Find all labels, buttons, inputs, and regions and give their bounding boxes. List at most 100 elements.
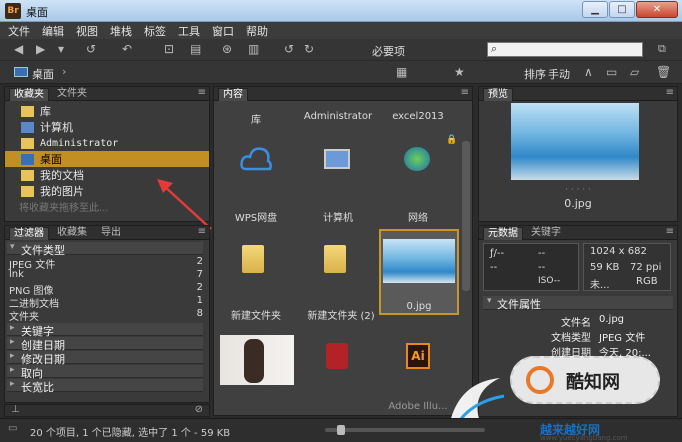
search-input[interactable]: ⌕ [487, 42, 643, 57]
slider-handle[interactable] [337, 425, 345, 435]
chevron-right-icon[interactable]: › [62, 65, 66, 78]
tab-folders[interactable]: 文件夹 [53, 88, 91, 101]
close-button[interactable]: ✕ [636, 1, 678, 18]
filter-group-aspect[interactable]: 长宽比 [7, 379, 203, 394]
camera-icon[interactable]: ⊡ [164, 42, 174, 56]
item-label-new-folder[interactable]: 新建文件夹 [216, 307, 296, 322]
folder-icon[interactable] [242, 245, 264, 273]
tab-keywords[interactable]: 关键字 [527, 227, 565, 240]
menu-help[interactable]: 帮助 [246, 23, 268, 39]
open-recent-icon[interactable]: ▭ [606, 65, 617, 79]
menu-window[interactable]: 窗口 [212, 23, 234, 39]
menu-label[interactable]: 标签 [144, 23, 166, 39]
output-icon[interactable]: ▥ [248, 42, 259, 56]
tab-filter[interactable]: 过滤器 [9, 227, 49, 240]
network-icon[interactable] [404, 147, 430, 171]
panel-menu-icon[interactable]: ≡ [198, 87, 206, 98]
minimize-button[interactable]: ▁ [582, 1, 608, 18]
thumbnail-quality-icon[interactable]: ▦ [396, 65, 407, 79]
filter-group-orientation[interactable]: 取向 [7, 365, 203, 380]
filter-row[interactable]: lnk 7 [9, 269, 203, 282]
tab-preview[interactable]: 预览 [483, 88, 513, 101]
rotate-right-icon[interactable]: ↻ [304, 42, 314, 56]
item-label-wps[interactable]: WPS网盘 [216, 209, 296, 224]
sort-ascending-icon[interactable]: ∧ [584, 65, 593, 79]
filter-row[interactable]: PNG 图像 2 [9, 282, 203, 297]
wps-cloud-icon[interactable] [240, 145, 272, 175]
filter-group-file-type[interactable]: 文件类型 [7, 242, 203, 257]
photo-thumbnail[interactable] [220, 335, 294, 385]
section-file-properties[interactable]: ▾ 文件属性 [483, 296, 673, 311]
menu-stack[interactable]: 堆栈 [110, 23, 132, 39]
menu-tools[interactable]: 工具 [178, 23, 200, 39]
dropdown-icon[interactable]: ▾ [58, 42, 64, 56]
tab-collections[interactable]: 收藏集 [53, 227, 91, 240]
sort-dropdown[interactable]: 手动 [548, 66, 570, 82]
item-label-library[interactable]: 库 [216, 111, 296, 126]
filesize-value: 59 KB [590, 262, 620, 273]
panel-menu-icon[interactable]: ≡ [666, 226, 674, 237]
item-label-excel2013[interactable]: excel2013 [378, 111, 458, 122]
documents-icon [21, 169, 34, 181]
meta-row-filename: 文件名 0.jpg [561, 314, 625, 329]
pin-icon[interactable]: ⊥ [11, 404, 20, 415]
tab-export[interactable]: 导出 [97, 227, 125, 240]
back-arrow-icon[interactable]: ◀ [14, 42, 23, 56]
menu-view[interactable]: 视图 [76, 23, 98, 39]
content-scrollbar[interactable] [462, 141, 470, 291]
tab-metadata[interactable]: 元数据 [483, 227, 523, 240]
rotate-left-icon[interactable]: ↺ [284, 42, 294, 56]
compact-mode-icon[interactable]: ⧉ [658, 42, 666, 56]
breadcrumb-desktop[interactable]: 桌面 [32, 66, 54, 82]
filter-group-modified[interactable]: 修改日期 [7, 351, 203, 366]
panel-menu-icon[interactable]: ≡ [198, 226, 206, 237]
panel-menu-icon[interactable]: ≡ [461, 87, 469, 98]
access-app-icon[interactable] [326, 343, 348, 369]
fav-item-library[interactable]: 库 [5, 103, 209, 119]
camera-value: -- [538, 262, 546, 273]
photo-thumbnail [383, 239, 455, 283]
title-bar: Br 桌面 ▁ □ ✕ [0, 0, 682, 22]
forward-arrow-icon[interactable]: ▶ [36, 42, 45, 56]
fav-item-computer[interactable]: 计算机 [5, 119, 209, 135]
shutter-value: -- [538, 248, 546, 259]
preview-panel: 预览 ≡ · · · · · 0.jpg [478, 86, 678, 222]
panel-menu-icon[interactable]: ≡ [666, 87, 674, 98]
selected-thumbnail[interactable]: 0.jpg [379, 229, 459, 315]
thumbnail-size-slider[interactable] [325, 425, 485, 435]
filter-row[interactable]: 二进制文档 1 [9, 295, 203, 310]
computer-icon[interactable] [324, 149, 350, 169]
maximize-button[interactable]: □ [609, 1, 635, 18]
folder-icon[interactable] [324, 245, 346, 273]
camera-data-box: ƒ/-- -- -- -- ISO-- [483, 243, 579, 291]
item-label-computer[interactable]: 计算机 [298, 209, 378, 224]
star-filter-icon[interactable]: ★ [454, 65, 465, 79]
fav-item-administrator[interactable]: Administrator [5, 135, 209, 151]
filter-row[interactable]: 文件夹 8 [9, 308, 203, 323]
item-label-new-folder-2[interactable]: 新建文件夹 (2) [298, 307, 384, 322]
menu-edit[interactable]: 编辑 [42, 23, 64, 39]
refine-icon[interactable]: ▤ [190, 42, 201, 56]
item-label-administrator[interactable]: Administrator [298, 111, 378, 122]
filter-group-created[interactable]: 创建日期 [7, 337, 203, 352]
boomerang-icon[interactable]: ↺ [86, 42, 96, 56]
rotate-icon[interactable]: ↶ [122, 42, 132, 56]
item-label-network[interactable]: 网络 [378, 209, 458, 224]
clear-filter-icon[interactable]: ⊘ [195, 404, 203, 415]
filter-row[interactable]: JPEG 文件 2 [9, 256, 203, 271]
rating-dots[interactable]: · · · · · [479, 185, 677, 195]
iso-value: ISO-- [538, 276, 561, 286]
lock-icon: 🔒 [446, 135, 458, 145]
workspace-essentials[interactable]: 必要项 [372, 43, 405, 59]
tab-content[interactable]: 内容 [218, 88, 248, 101]
fav-item-desktop[interactable]: 桌面 [5, 151, 209, 167]
illustrator-app-icon[interactable]: Ai [406, 343, 430, 369]
menu-file[interactable]: 文件 [8, 23, 30, 39]
photoshop-icon[interactable]: ⊛ [222, 42, 232, 56]
tab-favorites[interactable]: 收藏夹 [9, 88, 49, 101]
delete-icon[interactable]: 🗑 [656, 65, 671, 79]
preview-image[interactable] [511, 103, 639, 180]
desktop-icon [21, 153, 34, 165]
new-folder-icon[interactable]: ▱ [630, 65, 639, 79]
filter-group-keywords[interactable]: 关键字 [7, 323, 203, 338]
